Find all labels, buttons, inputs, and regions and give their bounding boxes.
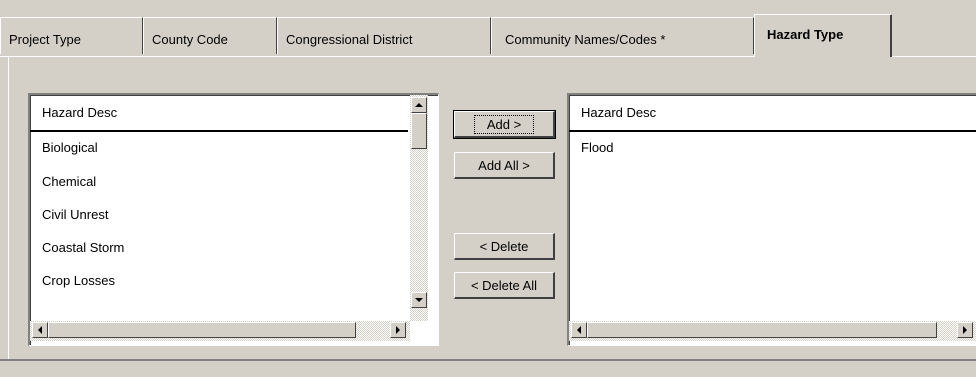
scroll-left-button[interactable] <box>32 322 48 338</box>
scroll-left-icon <box>38 326 42 334</box>
scroll-right-icon <box>396 326 400 334</box>
scroll-up-icon <box>415 103 423 107</box>
add-button[interactable]: Add > <box>453 110 556 139</box>
horizontal-scroll-thumb[interactable] <box>587 322 937 338</box>
scroll-down-icon <box>415 298 423 302</box>
list-header: Hazard Desc <box>42 105 118 120</box>
list-item[interactable]: Biological <box>42 139 98 157</box>
tab-congressional-district[interactable]: Congressional District <box>277 17 491 54</box>
delete-button[interactable]: < Delete <box>454 233 555 260</box>
list-item[interactable]: Flood <box>581 139 614 157</box>
scroll-right-icon <box>963 326 967 334</box>
tab-county-code[interactable]: County Code <box>143 17 277 54</box>
header-divider <box>30 130 408 132</box>
add-all-button-label: Add All > <box>478 157 530 173</box>
scroll-up-button[interactable] <box>411 97 427 113</box>
vertical-scroll-thumb[interactable] <box>411 113 427 149</box>
delete-all-button[interactable]: < Delete All <box>454 272 555 299</box>
tab-label: Community Names/Codes * <box>505 32 666 47</box>
tab-pane-left-border <box>8 57 9 359</box>
list-item[interactable]: Chemical <box>42 173 96 191</box>
tab-hazard-type[interactable]: Hazard Type <box>754 14 892 57</box>
tab-pane-bottom-border <box>0 359 976 361</box>
scroll-left-button[interactable] <box>571 322 587 338</box>
horizontal-scroll-thumb[interactable] <box>48 322 356 338</box>
available-hazards-list[interactable]: Hazard Desc Biological Chemical Civil Un… <box>28 93 439 346</box>
add-button-label: Add > <box>473 114 535 134</box>
tab-community-names-codes[interactable]: Community Names/Codes * <box>491 17 754 54</box>
tab-label: Project Type <box>9 32 82 47</box>
delete-all-button-label: < Delete All <box>470 277 538 293</box>
list-item[interactable]: Civil Unrest <box>42 206 108 224</box>
scroll-left-icon <box>577 326 581 334</box>
tab-label: Congressional District <box>286 32 413 47</box>
scroll-right-button[interactable] <box>390 322 406 338</box>
delete-button-label: < Delete <box>479 238 529 254</box>
header-divider <box>569 130 976 132</box>
tab-project-type[interactable]: Project Type <box>0 17 143 54</box>
list-item[interactable]: Coastal Storm <box>42 239 124 257</box>
tab-label: Hazard Type <box>767 27 844 42</box>
scroll-down-button[interactable] <box>411 292 427 308</box>
tab-label: County Code <box>152 32 228 47</box>
add-all-button[interactable]: Add All > <box>454 152 555 179</box>
scroll-right-button[interactable] <box>957 322 973 338</box>
list-item[interactable]: Crop Losses <box>42 272 115 290</box>
selected-hazards-list[interactable]: Hazard Desc Flood <box>567 93 976 346</box>
list-header: Hazard Desc <box>581 105 657 120</box>
